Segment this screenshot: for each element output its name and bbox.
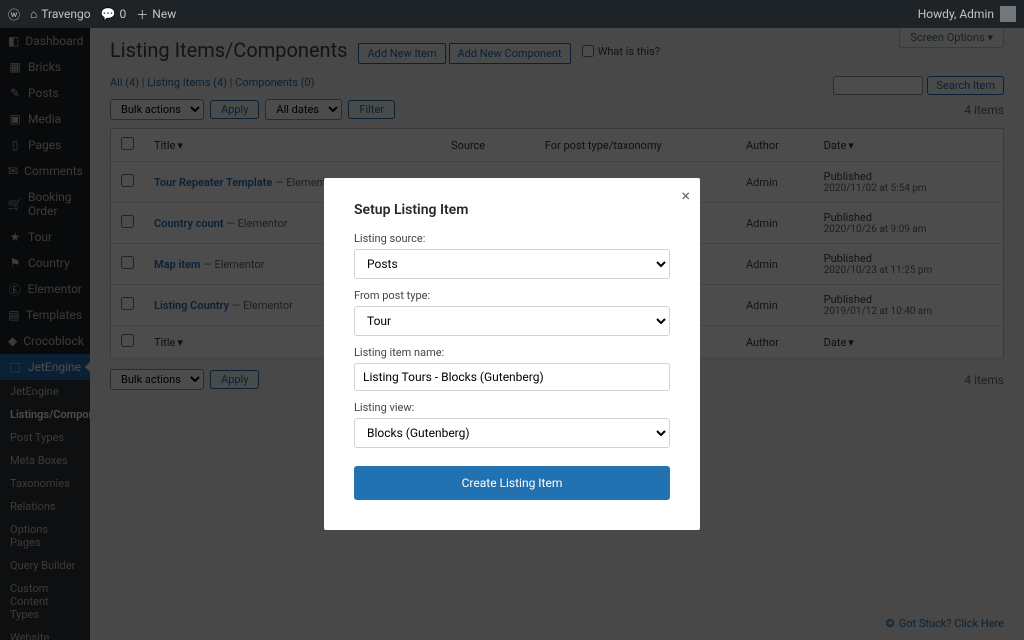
site-name[interactable]: ⌂Travengo xyxy=(30,7,91,21)
admin-topbar: ⓦ ⌂Travengo 💬0 ＋New Howdy, Admin xyxy=(0,0,1024,28)
post-type-select[interactable]: Tour xyxy=(354,306,670,336)
home-icon: ⌂ xyxy=(30,7,37,21)
close-button[interactable]: × xyxy=(681,186,690,205)
setup-listing-modal: × Setup Listing Item Listing source: Pos… xyxy=(324,178,700,530)
avatar xyxy=(1000,6,1016,22)
item-name-input[interactable] xyxy=(354,363,670,391)
howdy-text: Howdy, Admin xyxy=(918,7,994,21)
create-listing-button[interactable]: Create Listing Item xyxy=(354,466,670,500)
listing-source-select[interactable]: Posts xyxy=(354,249,670,279)
listing-view-label: Listing view: xyxy=(354,401,670,414)
wordpress-icon: ⓦ xyxy=(8,6,20,23)
listing-source-label: Listing source: xyxy=(354,232,670,245)
modal-title: Setup Listing Item xyxy=(354,202,670,218)
plus-icon: ＋ xyxy=(136,6,148,23)
account-menu[interactable]: Howdy, Admin xyxy=(918,6,1016,22)
comments-bubble[interactable]: 💬0 xyxy=(101,7,127,21)
listing-view-select[interactable]: Blocks (Gutenberg) xyxy=(354,418,670,448)
item-name-label: Listing item name: xyxy=(354,346,670,359)
wp-logo[interactable]: ⓦ xyxy=(8,6,20,23)
modal-overlay[interactable]: × Setup Listing Item Listing source: Pos… xyxy=(0,28,1024,640)
comment-icon: 💬 xyxy=(101,7,116,21)
new-content[interactable]: ＋New xyxy=(136,6,176,23)
post-type-label: From post type: xyxy=(354,289,670,302)
